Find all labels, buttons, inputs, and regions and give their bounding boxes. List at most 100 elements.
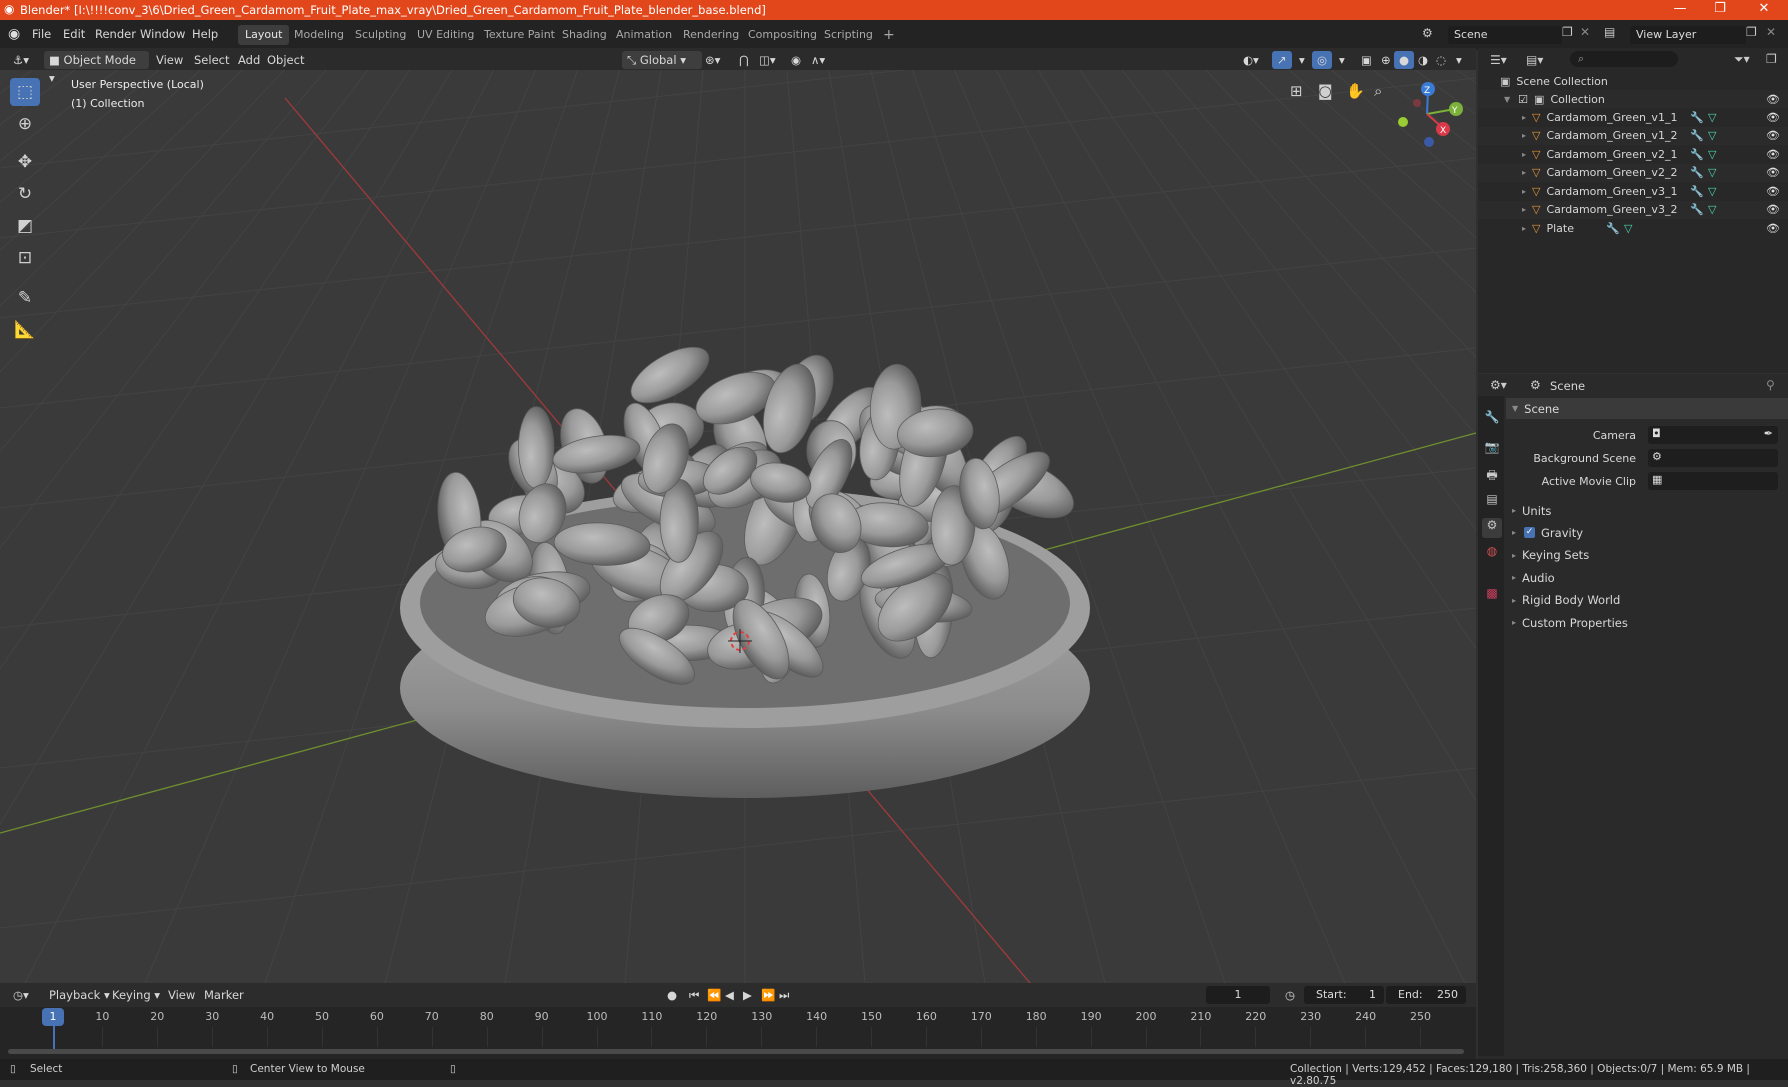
gizmo-toggle-icon[interactable]: ↗ [1272,51,1292,69]
gravity-checkbox[interactable]: ✓ [1524,527,1536,539]
pin-icon[interactable]: ⚲ [1766,378,1775,392]
tab-rendering[interactable]: Rendering [676,25,746,45]
menu-file[interactable]: File [32,27,51,41]
texture-tab-icon[interactable]: ▩ [1482,586,1502,606]
outliner-row-object[interactable]: ▸ ▽ Cardamom_Green_v2_2 🔧 ▽ 👁 [1478,163,1788,182]
menu-edit[interactable]: Edit [63,27,85,41]
mesh-data-icon[interactable]: ▽ [1708,166,1716,179]
visibility-eye-icon[interactable]: 👁 [1766,222,1780,235]
menu-render[interactable]: Render [95,27,136,41]
play-icon[interactable]: ▶ [738,986,757,1004]
transform-orientation-selector[interactable]: ⤡ Global ▾ [622,51,702,69]
new-view-layer-icon[interactable]: ❐ [1746,25,1757,39]
navigation-gizmo[interactable]: Z Y X [1385,78,1465,150]
collection-checkbox[interactable]: ☑ [1518,93,1528,106]
modifier-wrench-icon[interactable]: 🔧 [1690,129,1704,142]
close-button[interactable]: ✕ [1744,1,1784,16]
jump-end-icon[interactable]: ⏭ [774,986,794,1004]
menu-view[interactable]: View [151,51,188,69]
filter-icon[interactable]: ⏷▾ [1734,52,1750,67]
gizmo-dropdown-icon[interactable]: ▾ [1294,51,1310,69]
visibility-eye-icon[interactable]: 👁 [1766,148,1780,161]
outliner-row-object[interactable]: ▸ ▽ Cardamom_Green_v1_2 🔧 ▽ 👁 [1478,126,1788,145]
menu-object[interactable]: Object [262,51,309,69]
visibility-eye-icon[interactable]: 👁 [1766,203,1780,216]
property-panel-header[interactable]: ▸ Custom Properties [1506,612,1788,633]
visibility-eye-icon[interactable]: 👁 [1766,185,1780,198]
expand-arrow-icon[interactable]: ▸ [1522,131,1526,140]
falloff-icon[interactable]: ∧▾ [806,51,830,69]
expand-arrow-icon[interactable]: ▸ [1522,205,1526,214]
active-movie-clip-field[interactable]: ▦ [1648,472,1778,490]
expand-arrow-icon[interactable]: ▸ [1522,224,1526,233]
property-panel-header[interactable]: ▸ Rigid Body World [1506,590,1788,611]
cursor-tool[interactable]: ⊕ [10,110,40,138]
view-layer-tab-icon[interactable]: ▤ [1482,492,1502,512]
eyedropper-icon[interactable]: ✒ [1764,427,1773,440]
xray-icon[interactable]: ▣ [1356,51,1377,69]
solid-shading-icon[interactable]: ● [1394,51,1415,69]
menu-timeline-view[interactable]: View [163,986,200,1004]
shading-dropdown-icon[interactable]: ▾ [1451,51,1467,69]
visibility-icon[interactable]: ◐▾ [1238,51,1264,69]
proportional-edit-icon[interactable]: ◉ [786,51,806,69]
start-frame-field[interactable]: Start: 1 [1304,986,1384,1004]
mesh-data-icon[interactable]: ▽ [1708,129,1716,142]
outliner-row-object[interactable]: ▸ ▽ Cardamom_Green_v3_2 🔧 ▽ 👁 [1478,200,1788,219]
expand-arrow-icon[interactable]: ▸ [1522,168,1526,177]
menu-help[interactable]: Help [192,27,218,41]
outliner-row-object[interactable]: ▸ ▽ Plate 🔧 ▽ 👁 [1478,219,1788,237]
timeline-scrollbar[interactable] [8,1049,1464,1054]
tab-animation[interactable]: Animation [609,25,679,45]
tab-compositing[interactable]: Compositing [741,25,824,45]
remove-view-layer-icon[interactable]: ✕ [1766,25,1776,39]
record-icon[interactable]: ● [662,986,682,1004]
pan-hand-icon[interactable]: ✋ [1346,82,1365,100]
display-mode-icon[interactable]: ▤▾ [1526,53,1543,67]
snap-target-icon[interactable]: ◫▾ [754,51,781,69]
toggle-grid-icon[interactable]: ⊞ [1290,82,1303,100]
annotate-tool[interactable]: ✎ [10,284,40,312]
outliner-row-object[interactable]: ▸ ▽ Cardamom_Green_v1_1 🔧 ▽ 👁 [1478,108,1788,126]
world-tab-icon[interactable]: ◍ [1482,544,1502,564]
zoom-icon[interactable]: ⌕ [1374,82,1382,100]
scene-selector[interactable]: Scene [1448,26,1562,44]
menu-select[interactable]: Select [189,51,234,69]
measure-tool[interactable]: 📐 [10,316,40,344]
modifier-wrench-icon[interactable]: 🔧 [1606,222,1620,235]
mesh-data-icon[interactable]: ▽ [1624,222,1632,235]
property-panel-header[interactable]: ▸ Units [1506,500,1788,521]
rendered-shading-icon[interactable]: ◌ [1431,51,1451,69]
property-panel-header[interactable]: ▸ Audio [1506,567,1788,588]
expand-arrow-icon[interactable]: ▸ [1522,113,1526,122]
remove-scene-icon[interactable]: ✕ [1580,25,1590,39]
end-frame-field[interactable]: End: 250 [1386,986,1466,1004]
new-collection-icon[interactable]: ❐ [1766,52,1777,66]
mesh-data-icon[interactable]: ▽ [1708,203,1716,216]
expand-arrow-icon[interactable]: ▼ [1504,95,1510,104]
timeline-editor-type-icon[interactable]: ◷▾ [8,986,34,1004]
modifier-wrench-icon[interactable]: 🔧 [1690,203,1704,216]
expand-arrow-icon[interactable]: ▸ [1522,150,1526,159]
mesh-data-icon[interactable]: ▽ [1708,148,1716,161]
scale-tool[interactable]: ◩ [10,212,40,240]
object-mode-selector[interactable]: ■ Object Mode ▾ [44,51,149,85]
tab-modeling[interactable]: Modeling [287,25,351,45]
blender-menu-icon[interactable]: ◉ [8,26,20,42]
visibility-eye-icon[interactable]: 👁 [1766,111,1780,124]
camera-view-icon[interactable]: ◙ [1318,82,1333,100]
menu-playback[interactable]: Playback ▾ [44,986,115,1004]
visibility-eye-icon[interactable]: 👁 [1766,166,1780,179]
menu-add[interactable]: Add [233,51,265,69]
tool-tab-icon[interactable]: 🔧 [1482,410,1502,430]
modifier-wrench-icon[interactable]: 🔧 [1690,166,1704,179]
mesh-data-icon[interactable]: ▽ [1708,185,1716,198]
select-box-tool[interactable]: ⬚ [10,78,40,106]
transform-tool[interactable]: ⊡ [10,244,40,272]
tab-layout[interactable]: Layout [238,25,290,45]
play-reverse-icon[interactable]: ◀ [720,986,739,1004]
timeline-area[interactable]: 1102030405060708090100110120130140150160… [0,1007,1476,1059]
outliner-editor-type-icon[interactable]: ☰▾ [1490,53,1507,67]
tab-shading[interactable]: Shading [555,25,614,45]
visibility-eye-icon[interactable]: 👁 [1766,93,1780,106]
